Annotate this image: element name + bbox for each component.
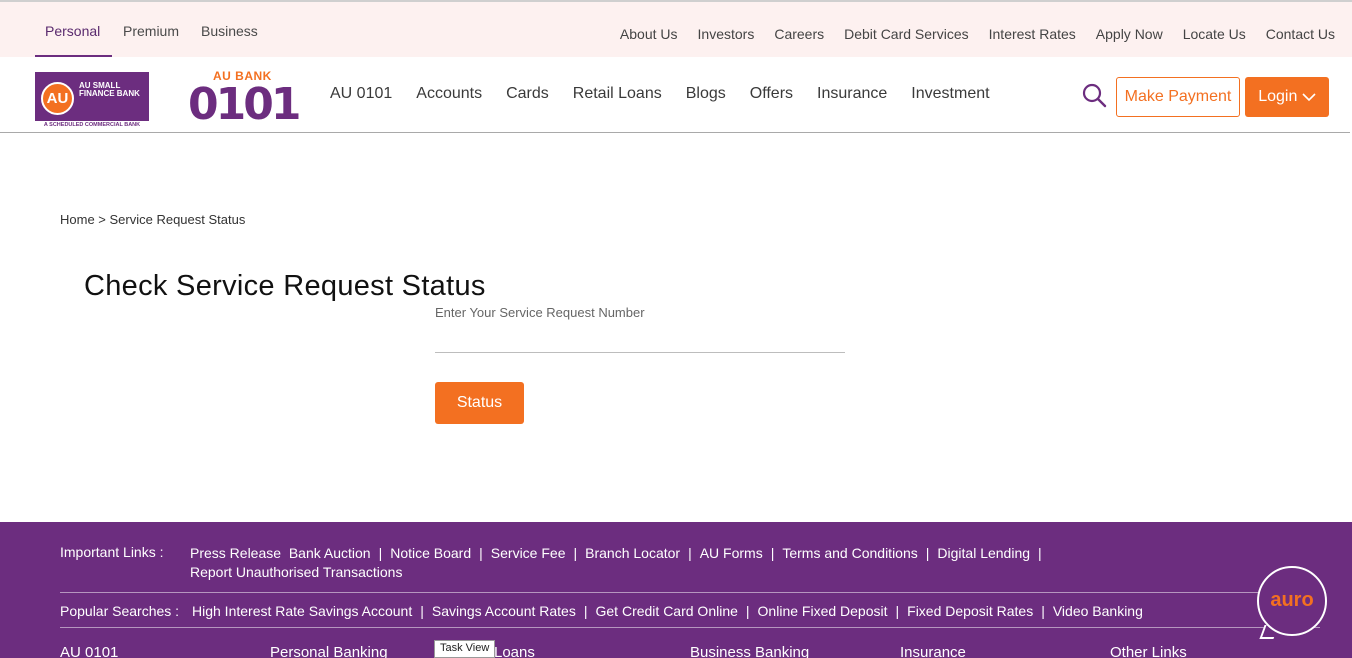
au-0101-logo-big: 0101 bbox=[188, 79, 301, 130]
nav-item-retail-loans[interactable]: Retail Loans bbox=[573, 85, 662, 103]
footer-link-notice-board[interactable]: Notice Board bbox=[390, 545, 471, 561]
footer-column-au-0101[interactable]: AU 0101 bbox=[60, 644, 118, 658]
main-nav: AU AU SMALL FINANCE BANK A SCHEDULED COM… bbox=[0, 57, 1350, 133]
au-0101-logo[interactable]: AU BANK 0101 bbox=[188, 69, 301, 130]
footer-column-insurance[interactable]: Insurance bbox=[900, 644, 966, 658]
popular-searches-label: Popular Searches : bbox=[60, 603, 180, 619]
nav-item-cards[interactable]: Cards bbox=[506, 85, 549, 103]
top-link-investors[interactable]: Investors bbox=[698, 26, 755, 42]
footer-link-branch-locator[interactable]: Branch Locator bbox=[585, 545, 680, 561]
breadcrumb[interactable]: Home > Service Request Status bbox=[60, 212, 245, 227]
nav-menu: AU 0101 Accounts Cards Retail Loans Blog… bbox=[330, 85, 990, 103]
footer-link-service-fee[interactable]: Service Fee bbox=[491, 545, 566, 561]
nav-item-investment[interactable]: Investment bbox=[911, 85, 989, 103]
footer-column-business-banking[interactable]: Business Banking bbox=[690, 644, 809, 658]
login-label: Login bbox=[1258, 88, 1298, 105]
nav-item-offers[interactable]: Offers bbox=[750, 85, 793, 103]
nav-item-au-0101[interactable]: AU 0101 bbox=[330, 85, 392, 103]
top-link-interest-rates[interactable]: Interest Rates bbox=[989, 26, 1076, 42]
segment-business[interactable]: Business bbox=[201, 23, 258, 39]
footer-column-personal-banking[interactable]: Personal Banking bbox=[270, 644, 388, 658]
login-button[interactable]: Login bbox=[1245, 77, 1329, 117]
footer-link-bank-auction[interactable]: Bank Auction bbox=[289, 545, 371, 561]
top-link-about-us[interactable]: About Us bbox=[620, 26, 678, 42]
top-link-apply-now[interactable]: Apply Now bbox=[1096, 26, 1163, 42]
footer-column-other-links[interactable]: Other Links bbox=[1110, 644, 1187, 658]
service-request-label: Enter Your Service Request Number bbox=[435, 305, 645, 320]
nav-item-blogs[interactable]: Blogs bbox=[686, 85, 726, 103]
make-payment-button[interactable]: Make Payment bbox=[1116, 77, 1240, 117]
top-bar: Personal Premium Business About Us Inves… bbox=[0, 0, 1352, 58]
search-icon[interactable] bbox=[1081, 82, 1107, 108]
service-request-input[interactable] bbox=[435, 322, 845, 353]
top-link-locate-us[interactable]: Locate Us bbox=[1183, 26, 1246, 42]
chevron-down-icon bbox=[1302, 93, 1316, 101]
footer-column-loans[interactable]: Loans bbox=[494, 644, 535, 658]
popular-link-video-banking[interactable]: Video Banking bbox=[1053, 603, 1143, 619]
footer-link-report-unauthorised[interactable]: Report Unauthorised Transactions bbox=[190, 564, 402, 580]
segment-premium[interactable]: Premium bbox=[123, 23, 179, 39]
segment-personal[interactable]: Personal bbox=[45, 23, 100, 39]
au-logo-circle: AU bbox=[41, 82, 74, 115]
top-link-careers[interactable]: Careers bbox=[774, 26, 824, 42]
footer: Important Links : Press Release Bank Auc… bbox=[0, 522, 1352, 658]
popular-link-online-fd[interactable]: Online Fixed Deposit bbox=[758, 603, 888, 619]
top-link-contact-us[interactable]: Contact Us bbox=[1266, 26, 1335, 42]
nav-item-insurance[interactable]: Insurance bbox=[817, 85, 887, 103]
footer-link-press-release[interactable]: Press Release bbox=[190, 545, 281, 561]
popular-link-credit-card[interactable]: Get Credit Card Online bbox=[596, 603, 738, 619]
popular-searches: High Interest Rate Savings Account | Savin… bbox=[192, 603, 1143, 619]
au-logo-strip: A SCHEDULED COMMERCIAL BANK bbox=[35, 121, 149, 129]
au-bank-logo[interactable]: AU AU SMALL FINANCE BANK A SCHEDULED COM… bbox=[35, 72, 149, 129]
status-button[interactable]: Status bbox=[435, 382, 524, 424]
important-links: Press Release Bank Auction | Notice Board |… bbox=[190, 545, 1042, 580]
task-view-tooltip: Task View bbox=[434, 640, 496, 658]
popular-link-savings-high[interactable]: High Interest Rate Savings Account bbox=[192, 603, 412, 619]
popular-link-savings-rates[interactable]: Savings Account Rates bbox=[432, 603, 576, 619]
footer-link-terms[interactable]: Terms and Conditions bbox=[782, 545, 917, 561]
nav-item-accounts[interactable]: Accounts bbox=[416, 85, 482, 103]
page-title: Check Service Request Status bbox=[84, 270, 486, 302]
footer-link-digital-lending[interactable]: Digital Lending bbox=[937, 545, 1030, 561]
important-links-label: Important Links : bbox=[60, 544, 164, 560]
footer-link-au-forms[interactable]: AU Forms bbox=[700, 545, 763, 561]
footer-divider bbox=[60, 592, 1320, 593]
popular-link-fd-rates[interactable]: Fixed Deposit Rates bbox=[907, 603, 1033, 619]
auro-chat-button[interactable]: auro bbox=[1257, 566, 1327, 636]
footer-divider bbox=[60, 627, 1320, 628]
top-link-debit-card-services[interactable]: Debit Card Services bbox=[844, 26, 969, 42]
au-logo-text: AU SMALL FINANCE BANK bbox=[79, 81, 140, 98]
top-links: About Us Investors Careers Debit Card Se… bbox=[620, 26, 1335, 42]
